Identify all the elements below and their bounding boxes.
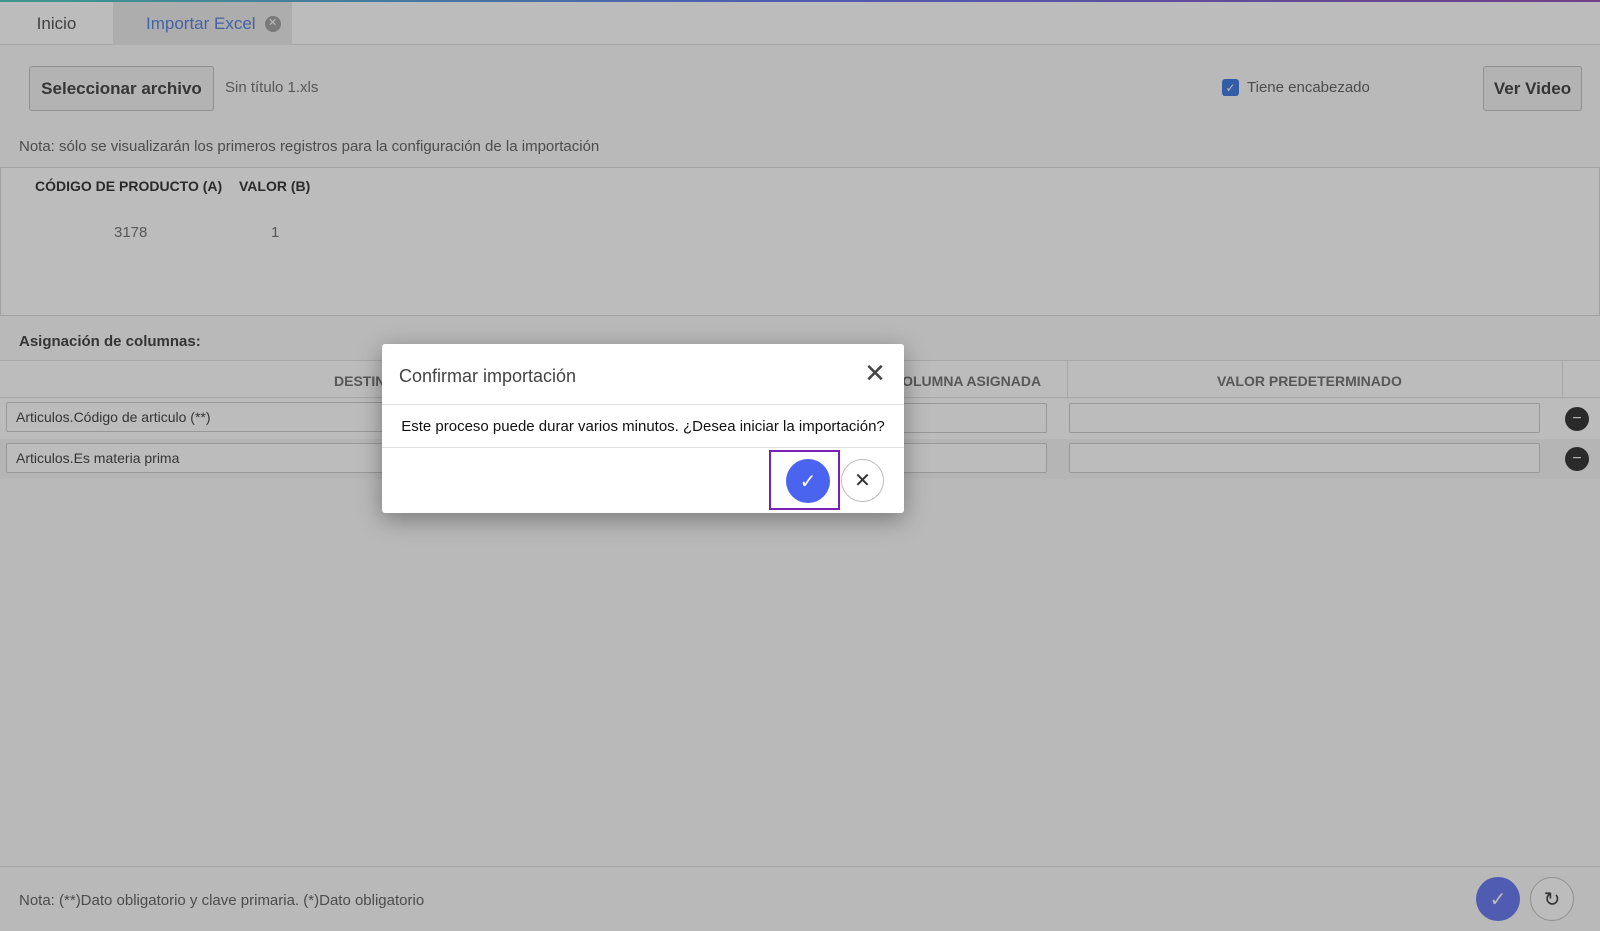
dialog-divider [382,447,904,448]
close-icon: ✕ [854,470,871,492]
dialog-divider [382,404,904,405]
close-icon[interactable]: ✕ [860,358,890,388]
dialog-message: Este proceso puede durar varios minutos.… [401,418,885,435]
confirm-import-dialog: Confirmar importación ✕ Este proceso pue… [382,344,904,513]
check-icon: ✓ [799,470,817,493]
dialog-cancel-button[interactable]: ✕ [841,459,884,502]
dialog-confirm-button[interactable]: ✓ [786,459,830,503]
dialog-title: Confirmar importación [399,366,577,386]
